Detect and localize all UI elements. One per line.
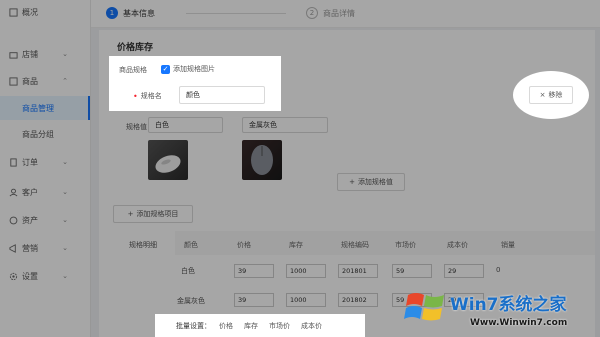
spec-name-label-wrap: • 规格名 xyxy=(133,91,162,101)
add-spec-image-checkbox[interactable]: ✓ 添加规格图片 xyxy=(161,64,215,74)
spec-name-input[interactable]: 颜色 xyxy=(179,86,265,104)
batch-option-market-price[interactable]: 市场价 xyxy=(269,321,290,331)
batch-option-price[interactable]: 价格 xyxy=(219,321,233,331)
watermark-url: Www.Winwin7.com xyxy=(470,318,568,328)
batch-option-cost-price[interactable]: 成本价 xyxy=(301,321,322,331)
spec-name-label: 规格名 xyxy=(140,92,162,100)
batch-settings-bar: 批量设置： 价格 库存 市场价 成本价 xyxy=(155,314,365,337)
batch-label: 批量设置： xyxy=(176,321,211,330)
close-icon: × xyxy=(539,91,546,99)
batch-option-stock[interactable]: 库存 xyxy=(244,321,258,331)
checkbox-label: 添加规格图片 xyxy=(173,65,215,73)
remove-button-label: 移除 xyxy=(548,91,563,99)
remove-highlight: × 移除 xyxy=(513,71,589,119)
required-asterisk: • xyxy=(133,91,138,101)
watermark-brand: Win7系统之家 xyxy=(450,295,567,315)
remove-button[interactable]: × 移除 xyxy=(529,86,573,104)
spec-label: 商品规格 xyxy=(119,66,147,74)
spec-highlight-box: 商品规格 ✓ 添加规格图片 • 规格名 颜色 xyxy=(109,56,281,111)
windows-logo xyxy=(404,287,448,329)
checkmark-icon: ✓ xyxy=(161,64,170,74)
dim-overlay xyxy=(0,0,600,337)
